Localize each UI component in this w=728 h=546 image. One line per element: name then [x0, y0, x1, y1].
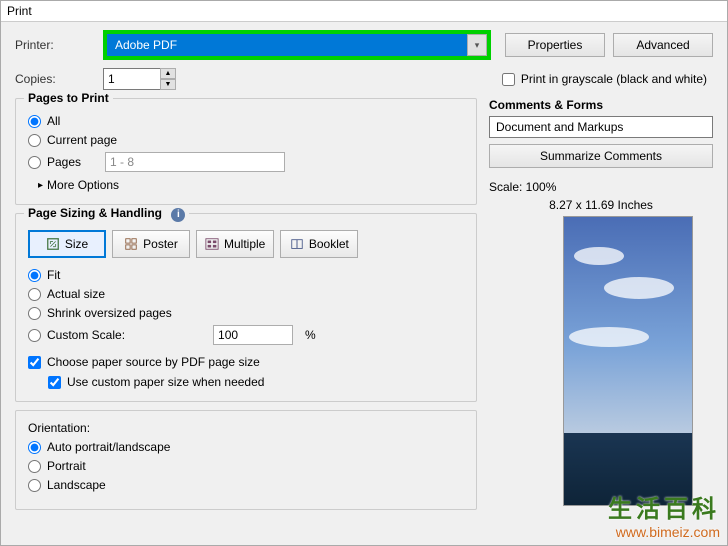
multiple-icon	[205, 237, 219, 251]
preview-cloud	[574, 247, 624, 265]
orientation-title: Orientation:	[28, 421, 464, 435]
printer-row: Printer: Adobe PDF ▾ Properties Advanced	[15, 30, 713, 60]
pages-all-radio[interactable]	[28, 115, 41, 128]
preview-scale-label: Scale: 100%	[489, 180, 713, 194]
grayscale-checkbox[interactable]	[502, 73, 515, 86]
window-title: Print	[7, 4, 32, 18]
copies-spinner-down[interactable]: ▼	[160, 79, 176, 90]
shrink-label: Shrink oversized pages	[47, 306, 172, 320]
orient-auto-row: Auto portrait/landscape	[28, 440, 464, 454]
more-options-label: More Options	[47, 178, 119, 192]
custom-scale-row: Custom Scale: %	[28, 325, 464, 345]
choose-paper-checkbox[interactable]	[28, 356, 41, 369]
orient-landscape-label: Landscape	[47, 478, 106, 492]
grayscale-checkbox-row: Print in grayscale (black and white)	[502, 72, 707, 86]
fit-radio[interactable]	[28, 269, 41, 282]
preview-dims-label: 8.27 x 11.69 Inches	[489, 198, 713, 212]
orient-landscape-radio[interactable]	[28, 479, 41, 492]
grayscale-label: Print in grayscale (black and white)	[521, 72, 707, 86]
more-options-toggle[interactable]: ▸ More Options	[38, 178, 464, 192]
window-titlebar: Print	[1, 1, 727, 22]
pages-current-row: Current page	[28, 133, 464, 147]
pages-to-print-group: Pages to Print All Current page Pages	[15, 98, 477, 205]
preview-cloud	[569, 327, 649, 347]
help-icon[interactable]: i	[171, 208, 185, 222]
page-preview	[563, 216, 693, 506]
shrink-radio[interactable]	[28, 307, 41, 320]
pages-range-input[interactable]	[105, 152, 285, 172]
dialog-content: Printer: Adobe PDF ▾ Properties Advanced…	[1, 22, 727, 526]
pages-range-label: Pages	[47, 155, 81, 169]
poster-icon	[124, 237, 138, 251]
custom-scale-label: Custom Scale:	[47, 328, 125, 342]
tab-size[interactable]: Size	[28, 230, 106, 258]
advanced-button[interactable]: Advanced	[613, 33, 713, 57]
shrink-row: Shrink oversized pages	[28, 306, 464, 320]
orient-portrait-row: Portrait	[28, 459, 464, 473]
preview-cloud	[604, 277, 674, 299]
use-custom-checkbox[interactable]	[48, 376, 61, 389]
orient-landscape-row: Landscape	[28, 478, 464, 492]
page-sizing-title: Page Sizing & Handling i	[24, 206, 189, 222]
right-column: Comments & Forms Document and Markups Su…	[489, 98, 713, 518]
left-column: Pages to Print All Current page Pages	[15, 98, 477, 518]
use-custom-row: Use custom paper size when needed	[48, 375, 464, 389]
tab-booklet[interactable]: Booklet	[280, 230, 358, 258]
print-dialog: Print Printer: Adobe PDF ▾ Properties Ad…	[0, 0, 728, 546]
tab-poster[interactable]: Poster	[112, 230, 190, 258]
comments-title: Comments & Forms	[489, 98, 713, 112]
sizing-tabs: Size Poster Multiple Booklet	[28, 230, 464, 258]
choose-paper-label: Choose paper source by PDF page size	[47, 355, 260, 369]
orient-auto-label: Auto portrait/landscape	[47, 440, 170, 454]
copies-row: Copies: ▲ ▼ Print in grayscale (black an…	[15, 68, 713, 90]
pages-range-row: Pages	[28, 152, 464, 172]
use-custom-label: Use custom paper size when needed	[67, 375, 264, 389]
pages-all-row: All	[28, 114, 464, 128]
size-icon	[46, 237, 60, 251]
pages-range-radio[interactable]	[28, 156, 41, 169]
comments-selected-value: Document and Markups	[496, 120, 623, 134]
comments-select[interactable]: Document and Markups	[489, 116, 713, 138]
custom-scale-input[interactable]	[213, 325, 293, 345]
copies-label: Copies:	[15, 72, 103, 86]
percent-label: %	[305, 328, 316, 342]
actual-row: Actual size	[28, 287, 464, 301]
booklet-icon	[290, 237, 304, 251]
orientation-group: Orientation: Auto portrait/landscape Por…	[15, 410, 477, 510]
custom-scale-radio[interactable]	[28, 329, 41, 342]
copies-spinner-up[interactable]: ▲	[160, 68, 176, 79]
actual-radio[interactable]	[28, 288, 41, 301]
preview-sky	[564, 217, 692, 433]
orient-portrait-radio[interactable]	[28, 460, 41, 473]
orient-portrait-label: Portrait	[47, 459, 86, 473]
preview-ground	[564, 433, 692, 505]
pages-all-label: All	[47, 114, 60, 128]
printer-selected-value: Adobe PDF	[115, 38, 177, 52]
page-sizing-group: Page Sizing & Handling i Size Poster	[15, 213, 477, 402]
triangle-right-icon: ▸	[38, 180, 43, 191]
printer-highlight-box: Adobe PDF ▾	[103, 30, 491, 60]
properties-button[interactable]: Properties	[505, 33, 605, 57]
chevron-down-icon[interactable]: ▾	[467, 34, 487, 56]
copies-input[interactable]	[103, 68, 161, 90]
fit-row: Fit	[28, 268, 464, 282]
pages-current-radio[interactable]	[28, 134, 41, 147]
copies-spinner: ▲ ▼	[160, 68, 176, 90]
fit-label: Fit	[47, 268, 60, 282]
printer-select[interactable]: Adobe PDF	[107, 34, 467, 56]
tab-multiple[interactable]: Multiple	[196, 230, 274, 258]
orient-auto-radio[interactable]	[28, 441, 41, 454]
printer-label: Printer:	[15, 38, 103, 52]
pages-current-label: Current page	[47, 133, 117, 147]
summarize-comments-button[interactable]: Summarize Comments	[489, 144, 713, 168]
main-split: Pages to Print All Current page Pages	[15, 98, 713, 518]
pages-to-print-title: Pages to Print	[24, 91, 113, 105]
choose-paper-row: Choose paper source by PDF page size	[28, 355, 464, 369]
actual-label: Actual size	[47, 287, 105, 301]
